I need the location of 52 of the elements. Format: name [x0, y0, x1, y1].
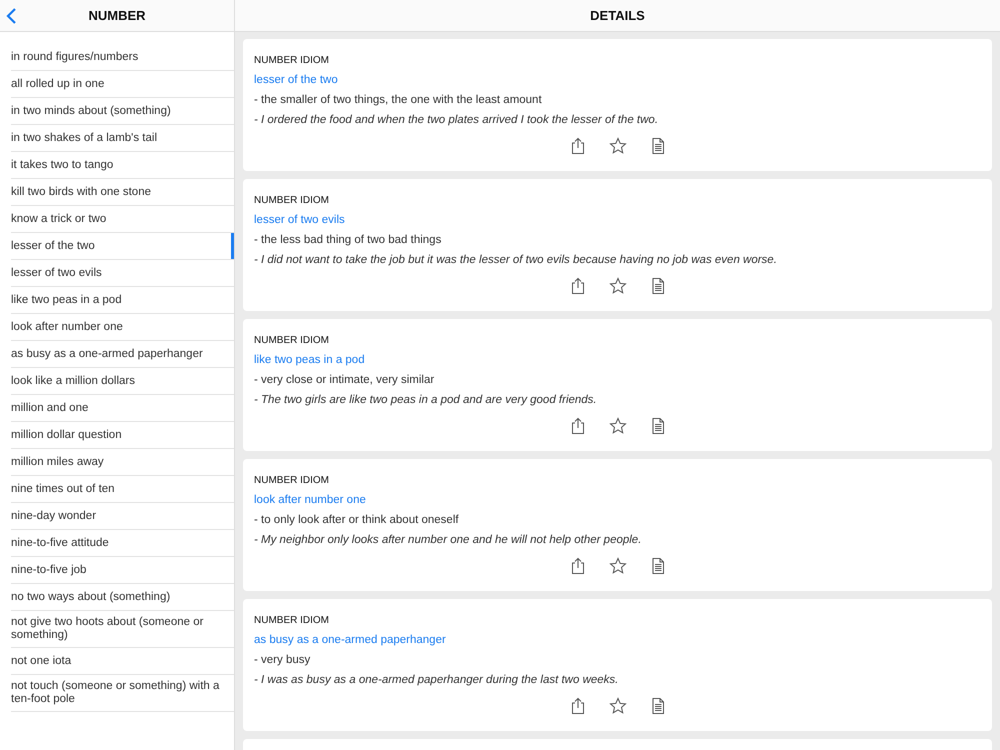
definition-text: - the less bad thing of two bad things	[254, 234, 442, 246]
definition-text: - to only look after or think about oneself	[254, 514, 460, 526]
idiom-list-item[interactable]: not one iota	[11, 648, 234, 675]
back-icon[interactable]	[6, 8, 17, 24]
details-title: DETAILS	[590, 8, 645, 23]
idiom-list-item[interactable]: look after number one	[11, 314, 234, 341]
definition-text: - very close or intimate, very similar	[254, 374, 436, 386]
category-label: NUMBER IDIOM	[254, 475, 330, 486]
example-text: - I was as busy as a one-armed paperhanger during the last two weeks.	[254, 674, 620, 686]
idiom-title[interactable]: like two peas in a pod	[254, 354, 981, 366]
idiom-list-item[interactable]: look like a million dollars	[11, 368, 234, 395]
idiom-list-item[interactable]: million and one	[11, 395, 234, 422]
idiom-list-item[interactable]: know a trick or two	[11, 206, 234, 233]
definition-text: - the smaller of two things, the one with the least amount	[254, 94, 543, 106]
category-label: NUMBER IDIOM	[254, 55, 330, 66]
idiom-list-item[interactable]: not give two hoots about (someone or something)	[11, 611, 234, 648]
star-icon[interactable]	[608, 137, 626, 155]
idiom-list-item[interactable]: nine-to-five job	[11, 557, 234, 584]
star-icon[interactable]	[608, 417, 626, 435]
idiom-list-item[interactable]: not touch (someone or something) with a ten-foot pole	[11, 675, 234, 712]
example-text: - My neighbor only looks after number one and he will not help other people.	[254, 534, 642, 546]
star-icon[interactable]	[608, 277, 626, 295]
idiom-list-item[interactable]: all rolled up in one	[11, 71, 234, 98]
definition-text: - very busy	[254, 654, 312, 666]
star-icon[interactable]	[608, 697, 626, 715]
sidebar-title: NUMBER	[88, 8, 146, 23]
category-label: NUMBER IDIOM	[254, 335, 330, 346]
idiom-title[interactable]: look after number one	[254, 494, 981, 506]
category-label: NUMBER IDIOM	[254, 195, 330, 206]
example-text: - I ordered the food and when the two plates arrived I took the lesser of the two.	[254, 114, 660, 126]
idiom-title[interactable]: as busy as a one-armed paperhanger	[254, 634, 981, 646]
example-text: - The two girls are like two peas in a pod and are very good friends.	[254, 394, 598, 406]
star-icon[interactable]	[608, 557, 626, 575]
idiom-list-item[interactable]: lesser of two evils	[11, 260, 234, 287]
idiom-list-item[interactable]: lesser of the two	[11, 233, 234, 260]
idiom-list-item[interactable]: nine-to-five attitude	[11, 530, 234, 557]
category-label: NUMBER IDIOM	[254, 615, 330, 626]
idiom-list-item[interactable]: in two shakes of a lamb's tail	[11, 125, 234, 152]
example-text: - I did not want to take the job but it was the lesser of two evils because having no job was even worse.	[254, 254, 778, 266]
idiom-list-item[interactable]: like two peas in a pod	[11, 287, 234, 314]
idiom-list-item[interactable]: kill two birds with one stone	[11, 179, 234, 206]
idiom-list-item[interactable]: million dollar question	[11, 422, 234, 449]
idiom-list-item[interactable]: nine times out of ten	[11, 476, 234, 503]
idiom-list-item[interactable]: no two ways about (something)	[11, 584, 234, 611]
idiom-list-item[interactable]: million miles away	[11, 449, 234, 476]
idiom-list-item[interactable]: it takes two to tango	[11, 152, 234, 179]
idiom-list-item[interactable]: as busy as a one-armed paperhanger	[11, 341, 234, 368]
idiom-title[interactable]: lesser of the two	[254, 74, 981, 86]
idiom-title[interactable]: lesser of two evils	[254, 214, 981, 226]
idiom-list-item[interactable]: in round figures/numbers	[11, 44, 234, 71]
idiom-list-item[interactable]: nine-day wonder	[11, 503, 234, 530]
idiom-list-item[interactable]: in two minds about (something)	[11, 98, 234, 125]
